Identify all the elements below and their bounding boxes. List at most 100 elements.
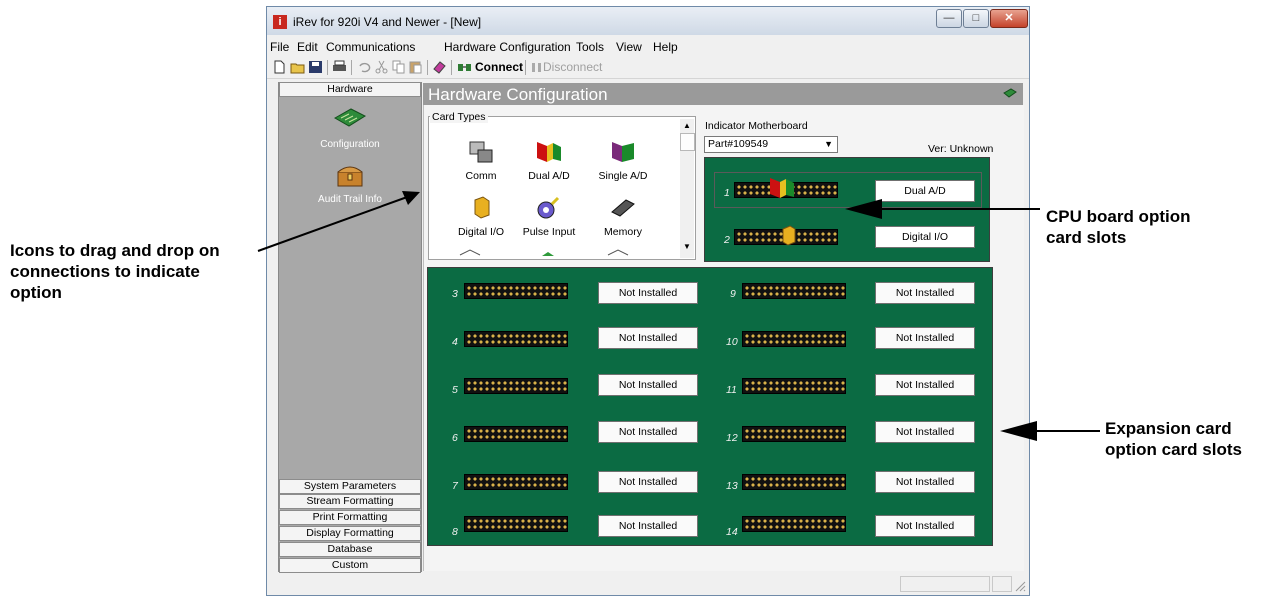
expansion-slot-5-button[interactable]: Not Installed: [598, 374, 698, 396]
sidebar-item-stream-formatting[interactable]: Stream Formatting: [279, 494, 421, 509]
motherboard-dropdown[interactable]: Part#109549 ▼: [704, 136, 838, 153]
expansion-slot-14-button[interactable]: Not Installed: [875, 515, 975, 537]
memory-card-icon: [611, 199, 635, 217]
sidebar-item-label: Configuration: [320, 139, 380, 150]
expansion-slot-5-connector[interactable]: [464, 378, 568, 394]
card-type-label: Pulse Input: [522, 226, 576, 238]
sidebar-item-system-parameters[interactable]: System Parameters: [279, 479, 421, 494]
print-icon[interactable]: [332, 60, 347, 74]
expansion-slot-3-connector[interactable]: [464, 283, 568, 299]
paste-icon[interactable]: [408, 60, 423, 74]
expansion-slot-9-connector[interactable]: [742, 283, 846, 299]
digital-io-card-icon: [782, 225, 796, 246]
expansion-slot-11-button[interactable]: Not Installed: [875, 374, 975, 396]
expansion-slot-7-button[interactable]: Not Installed: [598, 471, 698, 493]
sidebar-item-label: Audit Trail Info: [318, 194, 382, 205]
cpu-slot-1-button[interactable]: Dual A/D: [875, 180, 975, 202]
cpu-slot-2-button[interactable]: Digital I/O: [875, 226, 975, 248]
close-button[interactable]: ✕: [990, 9, 1028, 28]
dual-ad-card-icon: [770, 178, 794, 198]
maximize-button[interactable]: □: [963, 9, 989, 28]
scroll-down-icon[interactable]: ▼: [683, 242, 691, 251]
expansion-slot-11-connector[interactable]: [742, 378, 846, 394]
comm-card-icon: [469, 141, 493, 163]
toolbar-separator: [327, 60, 328, 75]
sidebar-item-display-formatting[interactable]: Display Formatting: [279, 526, 421, 541]
resize-grip-icon[interactable]: [1014, 580, 1026, 592]
window-title: iRev for 920i V4 and Newer - [New]: [293, 15, 482, 29]
cut-icon[interactable]: [374, 60, 389, 74]
motherboard-selected: Part#109549: [708, 138, 769, 150]
menu-hardware-configuration[interactable]: Hardware Configuration: [444, 40, 571, 54]
single-ad-card-icon: [612, 142, 634, 162]
sidebar-item-audit-trail[interactable]: [279, 162, 421, 193]
slot-number: 1: [724, 187, 730, 199]
digital-io-card-icon: [474, 196, 490, 219]
connect-button[interactable]: Connect: [475, 60, 523, 74]
annotation-card-icons: Icons to drag and drop on connections to…: [10, 241, 220, 302]
card-type-single-ad[interactable]: Single A/D: [588, 138, 658, 182]
new-file-icon[interactable]: [272, 60, 287, 74]
scroll-thumb[interactable]: [680, 133, 695, 151]
annotation-expansion-slots: Expansion card option card slots: [1105, 419, 1242, 459]
card-type-comm[interactable]: Comm: [446, 138, 516, 182]
eraser-icon[interactable]: [432, 60, 447, 74]
expansion-slot-14-connector[interactable]: [742, 516, 846, 532]
sidebar-header-hardware[interactable]: Hardware: [279, 82, 421, 97]
page-header: Hardware Configuration: [423, 83, 1023, 105]
card-type-dual-ad[interactable]: Dual A/D: [514, 138, 584, 182]
expansion-slot-13-connector[interactable]: [742, 474, 846, 490]
save-icon[interactable]: [308, 60, 323, 74]
sidebar-item-print-formatting[interactable]: Print Formatting: [279, 510, 421, 525]
partial-card-icon: [542, 252, 554, 256]
connect-plug-icon[interactable]: [457, 60, 472, 74]
expansion-slot-4-connector[interactable]: [464, 331, 568, 347]
disconnect-button[interactable]: Disconnect: [543, 60, 602, 74]
menu-view[interactable]: View: [616, 40, 642, 54]
app-logo-icon: i: [273, 15, 287, 29]
expansion-slot-9-button[interactable]: Not Installed: [875, 282, 975, 304]
copy-icon[interactable]: [391, 60, 406, 74]
expansion-slot-12-connector[interactable]: [742, 426, 846, 442]
slot-number: 12: [726, 432, 738, 444]
scroll-up-icon[interactable]: ▲: [683, 121, 691, 130]
expansion-slot-10-button[interactable]: Not Installed: [875, 327, 975, 349]
menu-tools[interactable]: Tools: [576, 40, 604, 54]
expansion-slot-8-connector[interactable]: [464, 516, 568, 532]
expansion-slot-3-button[interactable]: Not Installed: [598, 282, 698, 304]
circuit-board-icon: [333, 108, 367, 127]
slot-number: 3: [452, 288, 458, 300]
partial-card-icon: [459, 249, 481, 256]
menu-edit[interactable]: Edit: [297, 40, 318, 54]
card-type-memory[interactable]: Memory: [588, 194, 658, 238]
expansion-slot-6-button[interactable]: Not Installed: [598, 421, 698, 443]
expansion-slot-10-connector[interactable]: [742, 331, 846, 347]
sidebar-item-configuration[interactable]: [279, 106, 421, 135]
expansion-slot-13-button[interactable]: Not Installed: [875, 471, 975, 493]
expansion-slot-7-connector[interactable]: [464, 474, 568, 490]
sidebar-item-database[interactable]: Database: [279, 542, 421, 557]
expansion-slot-8-button[interactable]: Not Installed: [598, 515, 698, 537]
menu-bar: File Edit Communications Hardware Config…: [267, 37, 1029, 55]
slot-number: 8: [452, 526, 458, 538]
open-folder-icon[interactable]: [290, 60, 305, 74]
slot-number: 10: [726, 336, 738, 348]
expansion-slot-4-button[interactable]: Not Installed: [598, 327, 698, 349]
sidebar-item-custom[interactable]: Custom: [279, 558, 421, 573]
slot-number: 9: [730, 288, 736, 300]
minimize-button[interactable]: —: [936, 9, 962, 28]
card-type-pulse-input[interactable]: Pulse Input: [514, 194, 584, 238]
card-type-digital-io[interactable]: Digital I/O: [446, 194, 516, 238]
menu-file[interactable]: File: [270, 40, 289, 54]
toolbar: Connect Disconnect: [267, 56, 1029, 79]
undo-icon[interactable]: [356, 60, 371, 74]
menu-communications[interactable]: Communications: [326, 40, 415, 54]
annotation-cpu-slots: CPU board option card slots: [1046, 207, 1191, 247]
expansion-slot-6-connector[interactable]: [464, 426, 568, 442]
treasure-chest-icon: [337, 166, 363, 187]
version-label: Ver: Unknown: [928, 143, 994, 155]
card-types-scrollbar[interactable]: ▲ ▼: [680, 119, 695, 258]
menu-help[interactable]: Help: [653, 40, 678, 54]
circuit-board-icon: [1003, 88, 1017, 98]
expansion-slot-12-button[interactable]: Not Installed: [875, 421, 975, 443]
